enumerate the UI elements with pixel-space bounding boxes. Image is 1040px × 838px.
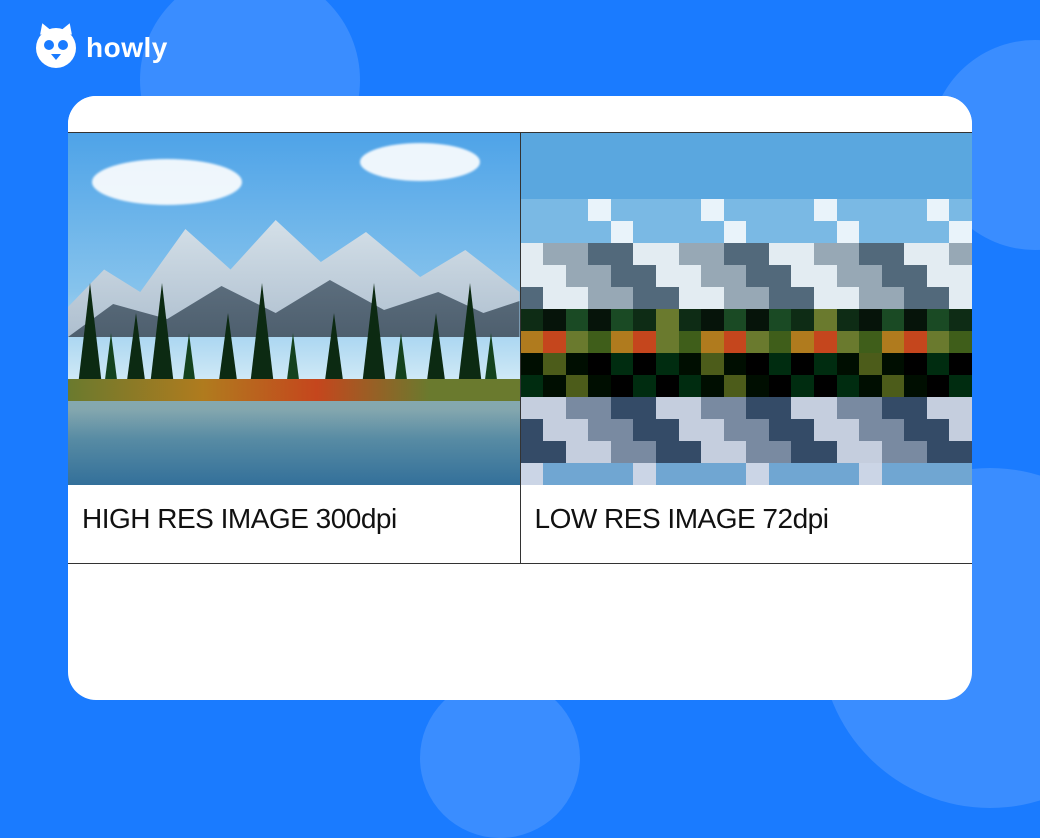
comparison-card: HIGH RES IMAGE 300dpi LOW RES IMAGE 72dp… bbox=[68, 96, 972, 700]
brand-name: howly bbox=[86, 32, 168, 64]
brand-logo: howly bbox=[36, 28, 168, 68]
high-res-caption: HIGH RES IMAGE 300dpi bbox=[82, 503, 506, 535]
card-top-spacer bbox=[68, 96, 972, 132]
background-circle bbox=[420, 678, 580, 838]
divider-line bbox=[68, 563, 972, 564]
low-res-image bbox=[521, 133, 973, 485]
comparison-panels: HIGH RES IMAGE 300dpi LOW RES IMAGE 72dp… bbox=[68, 133, 972, 563]
high-res-panel: HIGH RES IMAGE 300dpi bbox=[68, 133, 520, 563]
high-res-image bbox=[68, 133, 520, 485]
low-res-caption: LOW RES IMAGE 72dpi bbox=[535, 503, 959, 535]
owl-icon bbox=[36, 28, 76, 68]
low-res-panel: LOW RES IMAGE 72dpi bbox=[520, 133, 973, 563]
